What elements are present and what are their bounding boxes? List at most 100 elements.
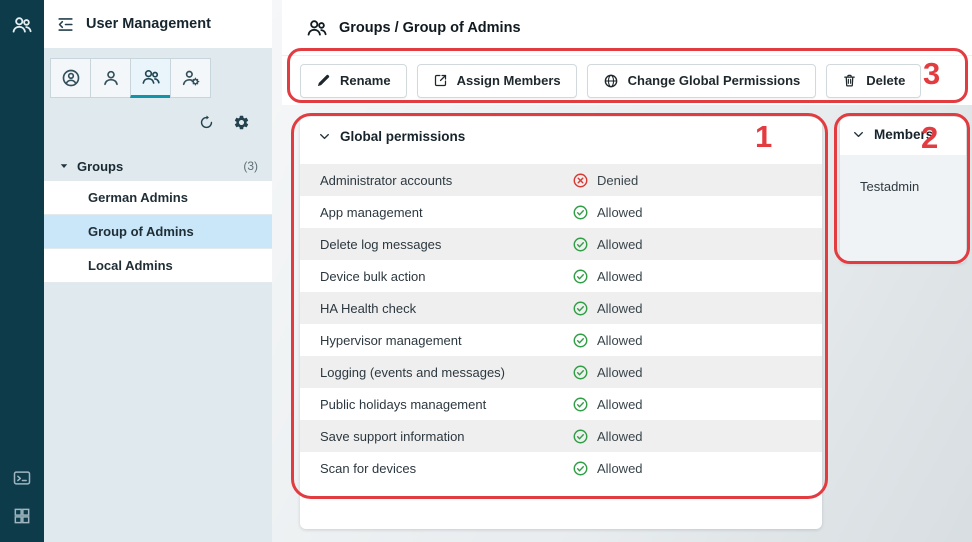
permission-status-cell: Allowed — [572, 460, 643, 477]
activity-bar — [0, 0, 44, 542]
account-circle-icon — [61, 68, 81, 88]
permission-status-cell: Allowed — [572, 204, 643, 221]
members-header[interactable]: Members — [840, 117, 966, 146]
main-area: Groups / Group of Admins Rename Assign M… — [272, 0, 972, 542]
permission-name: Logging (events and messages) — [320, 365, 572, 380]
tree-root-groups[interactable]: Groups (3) — [44, 151, 272, 181]
chevron-down-icon — [852, 128, 865, 141]
permission-name: Hypervisor management — [320, 333, 572, 348]
status-text: Allowed — [597, 333, 643, 348]
permission-name: HA Health check — [320, 301, 572, 316]
trash-icon — [842, 73, 857, 88]
change-global-permissions-button[interactable]: Change Global Permissions — [587, 64, 817, 98]
sidebar-tabs — [44, 48, 272, 98]
permission-name: Scan for devices — [320, 461, 572, 476]
tab-accounts[interactable] — [50, 58, 91, 98]
assign-members-button[interactable]: Assign Members — [417, 64, 577, 98]
tree-item-label: German Admins — [88, 190, 188, 205]
tab-roles[interactable] — [170, 58, 211, 98]
menu-fold-icon[interactable] — [56, 15, 75, 34]
assign-members-icon — [433, 73, 448, 88]
table-row: Administrator accounts Denied — [300, 164, 822, 196]
user-icon — [101, 68, 121, 88]
status-text: Allowed — [597, 301, 643, 316]
permission-name: Save support information — [320, 429, 572, 444]
sidebar: User Management Groups (3) — [44, 0, 272, 542]
settings-gear-icon[interactable] — [233, 114, 250, 131]
table-row: HA Health check Allowed — [300, 292, 822, 324]
list-item-member[interactable]: Testadmin — [840, 155, 966, 194]
permission-name: Delete log messages — [320, 237, 572, 252]
permission-status-cell: Allowed — [572, 300, 643, 317]
global-permissions-header[interactable]: Global permissions — [300, 117, 822, 148]
check-circle-icon — [572, 300, 589, 317]
x-circle-icon — [572, 172, 589, 189]
check-circle-icon — [572, 236, 589, 253]
chevron-down-icon — [318, 130, 331, 143]
sidebar-header: User Management — [44, 0, 272, 48]
global-permissions-panel: Global permissions Administrator account… — [300, 117, 822, 529]
permission-name: App management — [320, 205, 572, 220]
check-circle-icon — [572, 364, 589, 381]
table-row: Scan for devices Allowed — [300, 452, 822, 484]
permission-status-cell: Allowed — [572, 332, 643, 349]
tree-item-label: Local Admins — [88, 258, 173, 273]
globe-icon — [603, 73, 619, 89]
apps-grid-icon[interactable] — [12, 506, 32, 526]
status-text: Allowed — [597, 461, 643, 476]
refresh-icon[interactable] — [198, 114, 215, 131]
status-text: Allowed — [597, 269, 643, 284]
permission-status-cell: Allowed — [572, 364, 643, 381]
table-row: Device bulk action Allowed — [300, 260, 822, 292]
users-group-icon[interactable] — [11, 14, 33, 36]
members-panel: Members Testadmin — [840, 117, 966, 263]
permission-name: Public holidays management — [320, 397, 572, 412]
permissions-table: Administrator accounts Denied App manage… — [300, 164, 822, 484]
status-text: Allowed — [597, 205, 643, 220]
activity-bar-bottom — [12, 468, 32, 526]
check-circle-icon — [572, 460, 589, 477]
users-group-icon — [141, 67, 161, 87]
status-text: Allowed — [597, 365, 643, 380]
check-circle-icon — [572, 428, 589, 445]
check-circle-icon — [572, 332, 589, 349]
terminal-icon[interactable] — [12, 468, 32, 488]
pencil-icon — [316, 73, 331, 88]
members-title: Members — [874, 127, 933, 142]
main-header-block: Groups / Group of Admins Rename Assign M… — [282, 0, 972, 105]
status-text: Allowed — [597, 429, 643, 444]
users-group-icon — [306, 17, 328, 39]
table-row: Delete log messages Allowed — [300, 228, 822, 260]
check-circle-icon — [572, 396, 589, 413]
table-row: Logging (events and messages) Allowed — [300, 356, 822, 388]
table-row: Hypervisor management Allowed — [300, 324, 822, 356]
permission-status-cell: Allowed — [572, 236, 643, 253]
permission-name: Administrator accounts — [320, 173, 572, 188]
change-global-permissions-button-label: Change Global Permissions — [628, 73, 801, 88]
tree-item-german-admins[interactable]: German Admins — [44, 181, 272, 215]
permission-status-cell: Allowed — [572, 428, 643, 445]
toolbar: Rename Assign Members Change Global Perm… — [282, 56, 972, 105]
tree-count-badge: (3) — [243, 159, 258, 173]
page-title: Groups / Group of Admins — [339, 20, 521, 36]
tree-item-local-admins[interactable]: Local Admins — [44, 249, 272, 283]
table-row: Public holidays management Allowed — [300, 388, 822, 420]
rename-button[interactable]: Rename — [300, 64, 407, 98]
permission-status-cell: Allowed — [572, 396, 643, 413]
permission-status-cell: Denied — [572, 172, 638, 189]
app-title: User Management — [86, 16, 211, 32]
breadcrumb: Groups / Group of Admins — [282, 0, 972, 56]
tab-users[interactable] — [90, 58, 131, 98]
tree-item-label: Group of Admins — [88, 224, 194, 239]
delete-button[interactable]: Delete — [826, 64, 921, 98]
sidebar-actions — [44, 98, 272, 139]
tab-groups[interactable] — [130, 58, 171, 98]
status-text: Allowed — [597, 397, 643, 412]
caret-down-icon — [58, 160, 70, 172]
status-text: Denied — [597, 173, 638, 188]
app-root: User Management Groups (3) — [0, 0, 972, 542]
check-circle-icon — [572, 268, 589, 285]
check-circle-icon — [572, 204, 589, 221]
assign-members-button-label: Assign Members — [457, 73, 561, 88]
tree-item-group-of-admins[interactable]: Group of Admins — [44, 215, 272, 249]
